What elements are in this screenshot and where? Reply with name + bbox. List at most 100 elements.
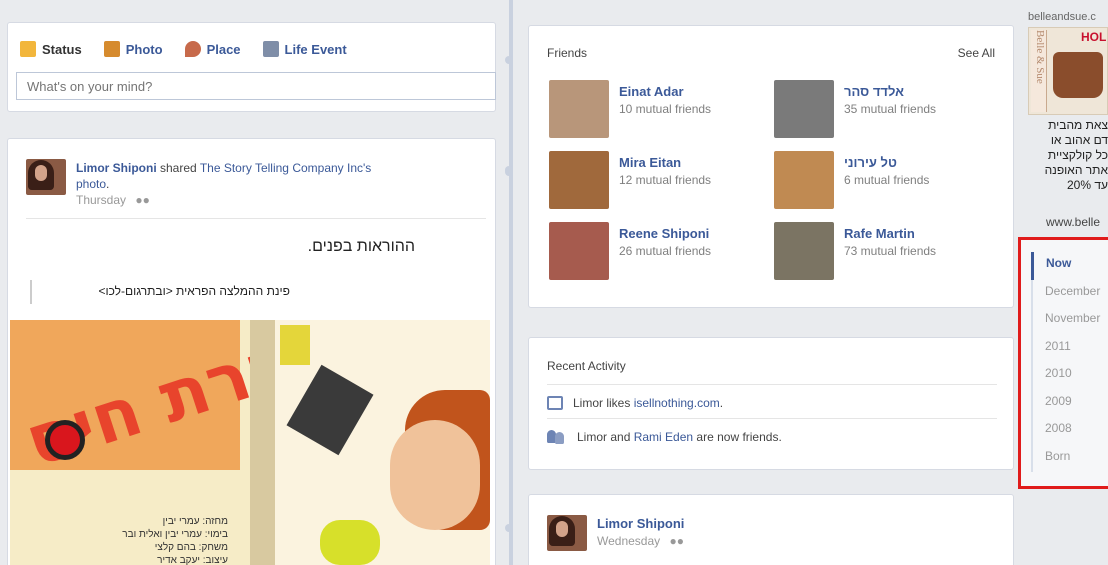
friend-name[interactable]: אלדד סהר — [844, 84, 904, 99]
composer-tab-label: Place — [206, 41, 241, 57]
activity-link[interactable]: Rami Eden — [634, 430, 693, 444]
status-icon — [20, 41, 36, 57]
timeline-nav-born[interactable]: Born — [1031, 444, 1108, 472]
friend-card[interactable]: Mira Eitan 12 mutual friends — [549, 151, 774, 211]
friends-header[interactable]: Friends — [547, 46, 587, 60]
sponsored-ad[interactable]: belleandsue.c Belle & Sue HOL צאת מהבית … — [1018, 0, 1108, 232]
poster-credit-line: מחזה: עמרי יבין — [162, 516, 228, 527]
post-object-link[interactable]: photo — [76, 177, 106, 191]
timeline-nav-list: Now December November 2011 2010 2009 200… — [1031, 252, 1108, 472]
friend-photo[interactable] — [774, 151, 834, 209]
post-source-link[interactable]: The Story Telling Company Inc's — [200, 161, 371, 175]
ad-text: צאת מהבית דם אהוב או כל קולקציית אתר האו… — [1018, 118, 1108, 193]
friend-card[interactable]: Einat Adar 10 mutual friends — [549, 80, 774, 140]
activity-suffix: . — [719, 396, 724, 410]
ad-line: דם אהוב או — [1050, 133, 1108, 147]
post-time[interactable]: Wednesday — [597, 534, 660, 548]
crosshair-graphic — [45, 420, 85, 460]
friend-mutual[interactable]: 10 mutual friends — [619, 102, 711, 116]
friend-name[interactable]: טל עירוני — [844, 155, 897, 170]
recent-activity-box: Recent Activity Limor likes isellnothing… — [528, 337, 1014, 470]
activity-prefix: Limor and — [577, 430, 634, 444]
friend-card[interactable]: Reene Shiponi 26 mutual friends — [549, 222, 774, 282]
status-composer: Status Photo Place Life Event — [7, 22, 496, 112]
author-avatar[interactable] — [547, 515, 587, 551]
composer-tabs: Status Photo Place Life Event — [8, 23, 495, 57]
activity-prefix: Limor likes — [573, 396, 634, 410]
ad-brand-tag: Belle & Sue — [1031, 30, 1047, 112]
activity-link[interactable]: isellnothing.com — [634, 396, 720, 410]
post-action: shared — [156, 161, 200, 175]
timeline-nav-2009[interactable]: 2009 — [1031, 389, 1108, 417]
poster-character-face — [390, 420, 480, 530]
composer-tab-status[interactable]: Status — [20, 41, 82, 57]
timeline-nav-november[interactable]: November — [1031, 307, 1108, 335]
photo-icon — [103, 41, 120, 57]
friend-card[interactable]: טל עירוני 6 mutual friends — [774, 151, 999, 211]
timeline-nav-2011[interactable]: 2011 — [1031, 334, 1108, 362]
friend-photo[interactable] — [774, 222, 834, 280]
friend-photo[interactable] — [549, 222, 609, 280]
post-photo[interactable]: מכירת חיס מחזה: עמרי יבין בימוי: עמרי יב… — [10, 320, 490, 565]
handbag-graphic — [1053, 52, 1103, 98]
post-divider — [26, 218, 486, 219]
activity-suffix: are now friends. — [693, 430, 782, 444]
friend-name[interactable]: Rafe Martin — [844, 226, 915, 241]
timeline-nav-december[interactable]: December — [1031, 279, 1108, 307]
author-avatar[interactable] — [26, 159, 66, 195]
composer-tab-label: Photo — [125, 41, 163, 57]
timeline-nav-2010[interactable]: 2010 — [1031, 362, 1108, 390]
friend-photo[interactable] — [774, 80, 834, 138]
friend-mutual[interactable]: 35 mutual friends — [844, 102, 936, 116]
composer-tab-photo[interactable]: Photo — [103, 41, 163, 57]
ad-image[interactable]: Belle & Sue HOL — [1028, 27, 1108, 115]
friend-photo[interactable] — [549, 151, 609, 209]
post-object-suffix: . — [106, 177, 110, 191]
recent-divider — [547, 384, 997, 385]
activity-item: Limor likes isellnothing.com. — [547, 396, 723, 410]
status-input[interactable] — [16, 72, 496, 100]
friend-mutual[interactable]: 6 mutual friends — [844, 173, 929, 187]
composer-tab-label: Status — [42, 41, 82, 57]
composer-tab-place[interactable]: Place — [184, 41, 241, 57]
poster-credit-line: עיצוב: יעקב אדיר — [157, 555, 228, 565]
recent-activity-header: Recent Activity — [547, 359, 626, 373]
post-time[interactable]: Thursday — [76, 193, 126, 207]
post-author-link[interactable]: Limor Shiponi — [76, 161, 157, 175]
life-event-icon — [262, 41, 279, 57]
poster-credit-line: בימוי: עמרי יבין ואלית ובר — [122, 529, 228, 540]
poster-strip — [250, 320, 275, 565]
friend-name[interactable]: Mira Eitan — [619, 155, 681, 170]
timeline-dot — [505, 524, 513, 532]
friend-mutual[interactable]: 12 mutual friends — [619, 173, 711, 187]
friend-mutual[interactable]: 26 mutual friends — [619, 244, 711, 258]
ad-line: כל קולקציית — [1047, 148, 1108, 162]
composer-tab-life-event[interactable]: Life Event — [262, 41, 347, 57]
friend-name[interactable]: Einat Adar — [619, 84, 684, 99]
composer-tab-label: Life Event — [284, 41, 347, 57]
audience-friends-icon[interactable]: ●● — [135, 193, 150, 207]
timeline-dot — [505, 166, 513, 174]
ad-domain[interactable]: belleandsue.c — [1028, 11, 1096, 23]
post-author-link[interactable]: Limor Shiponi — [597, 516, 684, 531]
timeline-nav-2008[interactable]: 2008 — [1031, 417, 1108, 445]
friend-mutual[interactable]: 73 mutual friends — [844, 244, 936, 258]
activity-text: Limor and Rami Eden are now friends. — [577, 430, 782, 444]
avatar-face — [556, 521, 568, 537]
post-quote: פינת ההמלצה הפראית <ובתרגום-לכו> — [30, 280, 290, 304]
see-all-link[interactable]: See All — [958, 46, 995, 60]
friend-card[interactable]: Rafe Martin 73 mutual friends — [774, 222, 999, 282]
poster-credits: מחזה: עמרי יבין בימוי: עמרי יבין ואלית ו… — [38, 515, 228, 565]
friend-photo[interactable] — [549, 80, 609, 138]
poster-book — [280, 325, 310, 365]
activity-text: Limor likes isellnothing.com. — [573, 396, 723, 410]
timeline-nav-now[interactable]: Now — [1031, 252, 1108, 280]
friend-name[interactable]: Reene Shiponi — [619, 226, 709, 241]
activity-item: Limor and Rami Eden are now friends. — [547, 430, 782, 444]
post-meta: Wednesday ●● — [597, 534, 684, 548]
friend-card[interactable]: אלדד סהר 35 mutual friends — [774, 80, 999, 140]
ad-line: עד 20% — [1067, 178, 1108, 192]
audience-friends-icon[interactable]: ●● — [670, 534, 685, 548]
ad-url[interactable]: www.belle — [1046, 215, 1100, 229]
recent-divider — [547, 418, 997, 419]
